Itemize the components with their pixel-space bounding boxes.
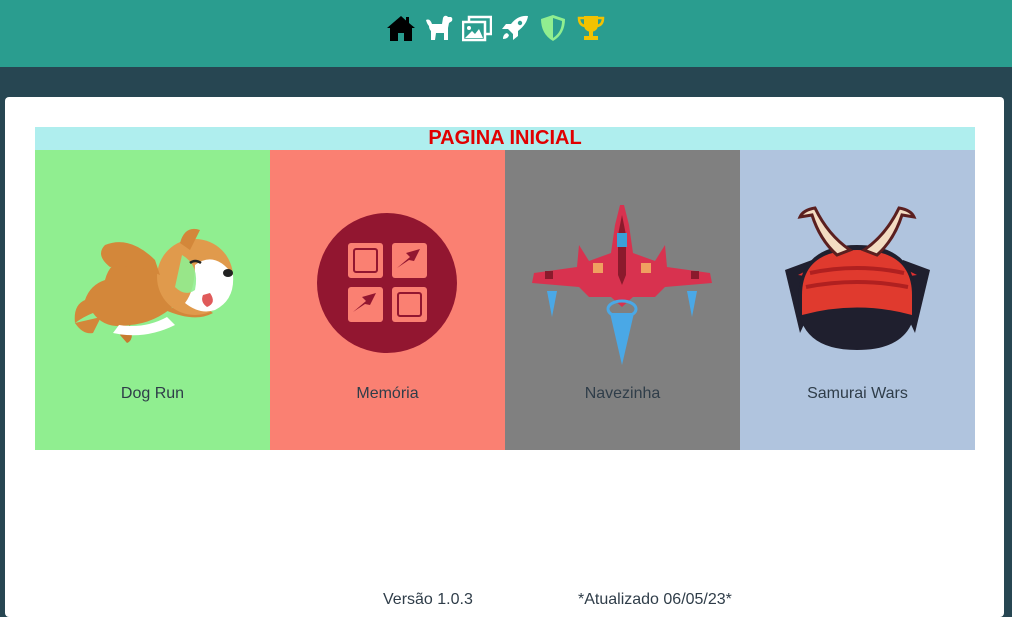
images-icon — [462, 15, 492, 42]
game-card-memoria[interactable]: Memória — [270, 150, 505, 450]
game-label: Samurai Wars — [807, 385, 908, 402]
samurai-wars-image — [785, 206, 930, 350]
updated-text: *Atualizado 06/05/23* — [578, 591, 732, 608]
home-icon — [387, 16, 415, 41]
game-cards: Dog Run Memória Navezinha Samurai Wars — [35, 150, 975, 450]
game-card-navezinha[interactable]: Navezinha — [505, 150, 740, 450]
page-title: PAGINA INICIAL — [428, 127, 582, 149]
shield-icon — [541, 15, 565, 41]
dog-nav-button[interactable] — [423, 12, 455, 44]
content-panel: PAGINA INICIAL Dog Run Memória Navezinha… — [5, 97, 1004, 617]
top-navigation-bar — [0, 0, 1012, 67]
shield-nav-button[interactable] — [537, 12, 569, 44]
rocket-icon — [502, 15, 528, 40]
memoria-image — [317, 213, 457, 353]
page-header: PAGINA INICIAL — [35, 127, 975, 150]
home-nav-button[interactable] — [385, 12, 417, 44]
game-card-samurai-wars[interactable]: Samurai Wars — [740, 150, 975, 450]
dog-icon — [426, 15, 453, 40]
dog-run-image — [74, 228, 234, 343]
navezinha-image — [532, 205, 712, 365]
trophy-nav-button[interactable] — [575, 12, 607, 44]
game-label: Navezinha — [584, 385, 661, 402]
nav-icons — [385, 12, 607, 44]
version-text: Versão 1.0.3 — [383, 591, 473, 608]
game-label: Memória — [356, 385, 419, 402]
game-card-dog-run[interactable]: Dog Run — [35, 150, 270, 450]
rocket-nav-button[interactable] — [499, 12, 531, 44]
trophy-icon — [577, 16, 605, 40]
images-nav-button[interactable] — [461, 12, 493, 44]
game-label: Dog Run — [120, 385, 185, 402]
